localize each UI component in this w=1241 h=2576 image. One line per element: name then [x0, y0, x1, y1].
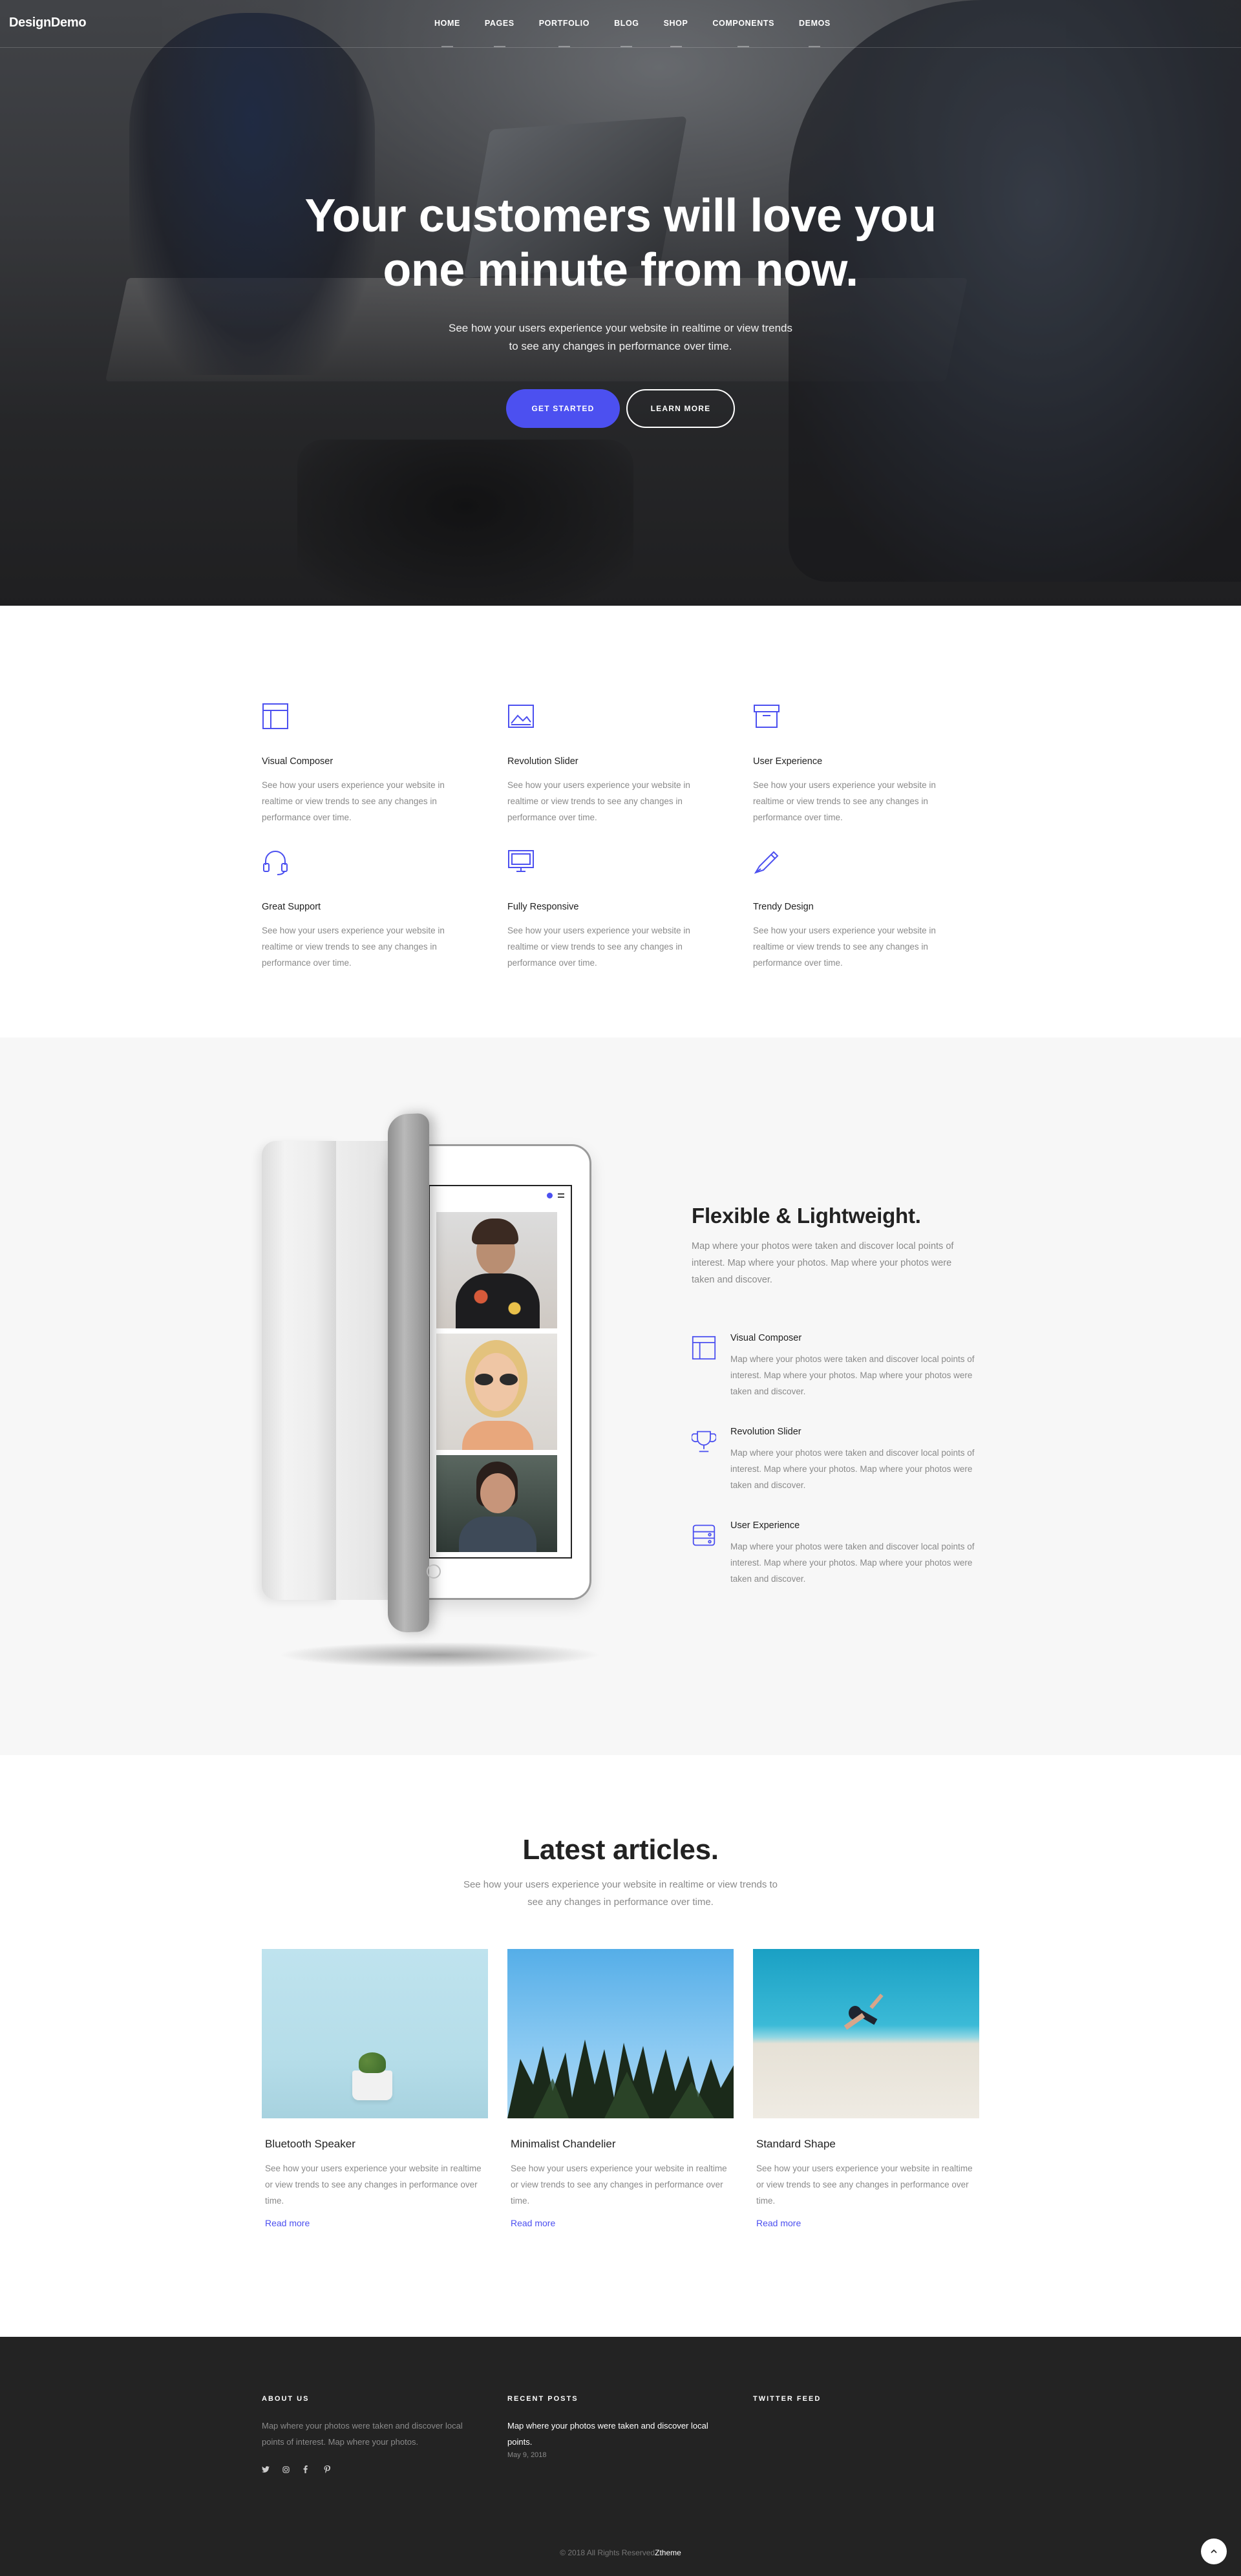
footer-about-heading: ABOUT US — [262, 2395, 310, 2403]
learn-more-button[interactable]: LEARN MORE — [626, 389, 735, 428]
image-icon — [508, 705, 534, 728]
read-more-link[interactable]: Read more — [265, 2218, 310, 2228]
hero-title: Your customers will love you one minute … — [265, 189, 976, 297]
trophy-icon — [692, 1431, 716, 1453]
article-excerpt: See how your users experience your websi… — [511, 2164, 727, 2206]
get-started-button[interactable]: GET STARTED — [506, 389, 620, 428]
article-image[interactable] — [262, 1949, 488, 2118]
feature-title: Trendy Design — [753, 902, 814, 912]
menu-item-shop[interactable]: SHOP — [664, 19, 688, 47]
read-more-link[interactable]: Read more — [511, 2218, 555, 2228]
hero-buttons: GET STARTED LEARN MORE — [0, 389, 1241, 428]
back-to-top-button[interactable] — [1201, 2539, 1227, 2564]
site-footer: ABOUT US Map where your photos were take… — [0, 2337, 1241, 2576]
feature-revolution-slider: Revolution Slider See how your users exp… — [507, 703, 721, 825]
feature-title: Visual Composer — [262, 756, 334, 767]
layout-icon — [262, 703, 288, 729]
hero-subtitle: See how your users experience your websi… — [449, 322, 792, 352]
twitter-icon[interactable] — [262, 2464, 282, 2475]
menu-item-components[interactable]: COMPONENTS — [712, 19, 774, 47]
feature-title: User Experience — [753, 756, 823, 767]
article-card: Minimalist Chandelier See how your users… — [507, 1949, 734, 2230]
article-card: Bluetooth Speaker See how your users exp… — [262, 1949, 488, 2230]
footer-twitter-heading: TWITTER FEED — [753, 2395, 822, 2403]
hero-content: Your customers will love you one minute … — [0, 189, 1241, 428]
main-menu: HOME PAGES PORTFOLIO BLOG SHOP COMPONENT… — [434, 19, 831, 47]
menu-item-home[interactable]: HOME — [434, 19, 460, 47]
feature-title: Revolution Slider — [507, 756, 578, 767]
menu-item-portfolio[interactable]: PORTFOLIO — [539, 19, 589, 47]
facebook-icon[interactable] — [303, 2464, 324, 2475]
site-logo[interactable]: DesignDemo — [9, 16, 87, 30]
chevron-up-icon — [1211, 2549, 1217, 2553]
article-title[interactable]: Minimalist Chandelier — [511, 2138, 734, 2151]
section-title: Latest articles. — [522, 1834, 719, 1866]
copyright-text: © 2018 All Rights Reserved — [560, 2548, 655, 2557]
hero-title-line-1: Your customers will love you — [304, 190, 937, 242]
footer-recent-heading: RECENT POSTS — [507, 2395, 578, 2403]
flex-item-title: Visual Composer — [730, 1333, 802, 1343]
feature-text: See how your users experience your websi… — [753, 780, 936, 822]
flex-item-text: Map where your photos were taken and dis… — [730, 1354, 975, 1396]
article-title[interactable]: Standard Shape — [756, 2138, 979, 2151]
article-image[interactable] — [753, 1949, 979, 2118]
pinterest-icon[interactable] — [324, 2464, 345, 2475]
section-subtitle: Map where your photos were taken and dis… — [692, 1241, 954, 1285]
feature-text: See how your users experience your websi… — [262, 926, 445, 968]
hero-title-line-2: one minute from now. — [383, 244, 858, 296]
flex-item-title: User Experience — [730, 1520, 800, 1531]
menu-item-pages[interactable]: PAGES — [485, 19, 514, 47]
flexible-lightweight-section: Flexible & Lightweight. Map where your p… — [0, 1038, 1241, 1755]
feature-great-support: Great Support See how your users experie… — [262, 848, 475, 971]
feature-title: Great Support — [262, 902, 321, 912]
read-more-link[interactable]: Read more — [756, 2218, 801, 2228]
flex-item-title: Revolution Slider — [730, 1427, 801, 1437]
feature-user-experience: User Experience See how your users exper… — [753, 703, 966, 825]
flex-item-text: Map where your photos were taken and dis… — [730, 1448, 975, 1490]
flex-item-text: Map where your photos were taken and dis… — [730, 1542, 975, 1584]
features-section: Visual Composer See how your users exper… — [0, 606, 1241, 1038]
feature-title: Fully Responsive — [507, 902, 579, 912]
feature-text: See how your users experience your websi… — [753, 926, 936, 968]
article-image[interactable] — [507, 1949, 734, 2118]
article-card: Standard Shape See how your users experi… — [753, 1949, 979, 2230]
archive-box-icon — [754, 705, 780, 728]
copyright: © 2018 All Rights ReservedZtheme — [0, 2548, 1241, 2557]
menu-item-blog[interactable]: BLOG — [614, 19, 639, 47]
hero-section: DesignDemo HOME PAGES PORTFOLIO BLOG SHO… — [0, 0, 1241, 606]
section-subtitle: See how your users experience your websi… — [463, 1879, 778, 1908]
footer-recent-date: May 9, 2018 — [507, 2451, 547, 2459]
layout-icon — [692, 1336, 716, 1360]
article-excerpt: See how your users experience your websi… — [756, 2164, 973, 2206]
article-title[interactable]: Bluetooth Speaker — [265, 2138, 488, 2151]
latest-articles-section: Latest articles. See how your users expe… — [0, 1755, 1241, 2337]
feature-text: See how your users experience your websi… — [262, 780, 445, 822]
headphones-icon — [263, 851, 288, 875]
instagram-icon[interactable] — [282, 2464, 303, 2475]
feature-text: See how your users experience your websi… — [507, 926, 690, 968]
social-links — [262, 2464, 345, 2475]
feature-fully-responsive: Fully Responsive See how your users expe… — [507, 848, 721, 971]
feature-trendy-design: Trendy Design See how your users experie… — [753, 848, 966, 971]
article-excerpt: See how your users experience your websi… — [265, 2164, 482, 2206]
section-title: Flexible & Lightweight. — [692, 1204, 921, 1228]
monitor-icon — [508, 850, 534, 872]
copyright-brand[interactable]: Ztheme — [655, 2548, 681, 2557]
top-navigation: DesignDemo HOME PAGES PORTFOLIO BLOG SHO… — [0, 0, 1241, 48]
server-icon — [692, 1524, 716, 1546]
feature-visual-composer: Visual Composer See how your users exper… — [262, 703, 475, 825]
feature-text: See how your users experience your websi… — [507, 780, 690, 822]
footer-about-text: Map where your photos were taken and dis… — [262, 2421, 463, 2447]
pen-icon — [754, 851, 779, 874]
footer-recent-post[interactable]: Map where your photos were taken and dis… — [507, 2418, 721, 2450]
menu-item-demos[interactable]: DEMOS — [799, 19, 831, 47]
